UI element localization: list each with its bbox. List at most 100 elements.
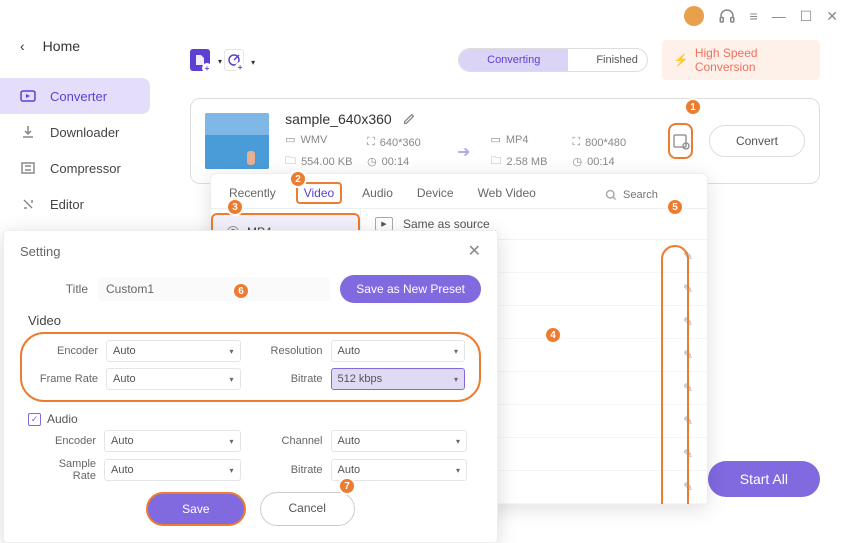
chevron-down-icon: ▾: [454, 347, 458, 356]
src-dur: 00:14: [382, 156, 410, 168]
download-icon: [20, 124, 36, 140]
sidebar-item-compressor[interactable]: Compressor: [0, 150, 160, 186]
clock-icon: ◷: [367, 155, 377, 168]
edit-icon[interactable]: ✎: [683, 348, 693, 362]
audio-encoder-select[interactable]: Auto▾: [104, 430, 241, 452]
edit-icon[interactable]: ✎: [683, 447, 693, 461]
close-dialog-icon[interactable]: ✕: [468, 241, 481, 261]
resolution-select[interactable]: Auto▾: [331, 340, 466, 362]
src-format: WMV: [300, 134, 327, 146]
start-all-button[interactable]: Start All: [708, 461, 820, 497]
samplerate-select[interactable]: Auto▾: [104, 459, 241, 481]
title-label: Title: [20, 282, 88, 296]
title-input[interactable]: [98, 277, 330, 301]
chevron-down-icon[interactable]: ▾: [218, 57, 222, 66]
save-button[interactable]: Save: [146, 492, 245, 526]
chevron-left-icon: ‹: [20, 38, 25, 54]
step-badge-5: 5: [666, 198, 684, 216]
search-icon: [605, 189, 617, 201]
file-card: sample_640x360 ▭WMV 🗀554.00 KB ⛶640*360 …: [190, 98, 820, 184]
edit-icon[interactable]: ✎: [683, 480, 693, 494]
resolution-label: Resolution: [261, 345, 323, 357]
back-label: Home: [43, 38, 80, 54]
convert-button[interactable]: Convert: [709, 125, 805, 157]
output-settings-button[interactable]: [668, 123, 693, 159]
seg-finished[interactable]: Finished: [568, 49, 648, 71]
step-badge-6: 6: [232, 282, 250, 300]
high-speed-button[interactable]: ⚡ High Speed Conversion: [662, 40, 820, 80]
preview-icon: ▶: [375, 217, 393, 231]
file-name: sample_640x360: [285, 111, 392, 127]
sidebar-item-label: Converter: [50, 89, 107, 104]
video-encoder-select[interactable]: Auto▾: [106, 340, 241, 362]
chevron-down-icon: ▾: [454, 375, 458, 384]
folder-icon: 🗀: [285, 152, 296, 171]
edit-icon[interactable]: ✎: [683, 315, 693, 329]
seg-converting[interactable]: Converting: [459, 49, 568, 71]
edit-icon[interactable]: ✎: [683, 249, 693, 263]
edit-icon[interactable]: ✎: [683, 282, 693, 296]
video-icon: ▭: [490, 133, 500, 146]
step-badge-4: 4: [544, 326, 562, 344]
step-badge-3: 3: [226, 198, 244, 216]
tab-device[interactable]: Device: [413, 182, 458, 208]
sidebar-item-label: Downloader: [50, 125, 119, 140]
add-url-button[interactable]: + ▾: [224, 49, 244, 71]
audio-checkbox[interactable]: ✓: [28, 413, 41, 426]
chevron-down-icon: ▾: [456, 466, 460, 475]
dst-format: MP4: [506, 134, 529, 146]
channel-select[interactable]: Auto▾: [331, 430, 468, 452]
step-badge-2: 2: [289, 170, 307, 188]
tab-webvideo[interactable]: Web Video: [474, 182, 540, 208]
file-info: sample_640x360 ▭WMV 🗀554.00 KB ⛶640*360 …: [285, 111, 642, 171]
audio-encoder-label: Encoder: [34, 435, 96, 447]
hsc-label: High Speed Conversion: [695, 46, 808, 74]
audio-bitrate-label: Bitrate: [261, 464, 323, 476]
sidebar-item-downloader[interactable]: Downloader: [0, 114, 160, 150]
channel-label: Channel: [261, 435, 323, 447]
edit-icon[interactable]: ✎: [683, 381, 693, 395]
tab-audio[interactable]: Audio: [358, 182, 397, 208]
dst-dur: 00:14: [587, 156, 615, 168]
crop-icon: ⛶: [367, 136, 375, 149]
chevron-down-icon: ▾: [229, 375, 233, 384]
sidebar-item-editor[interactable]: Editor: [0, 186, 160, 222]
bitrate-label: Bitrate: [261, 373, 323, 385]
bolt-icon: ⚡: [674, 53, 689, 67]
compressor-icon: [20, 160, 36, 176]
chevron-down-icon[interactable]: ▾: [251, 58, 255, 67]
dst-size: 2.58 MB: [506, 156, 547, 168]
format-tabs: Recently Video Audio Device Web Video: [211, 174, 707, 209]
edit-name-icon[interactable]: [402, 112, 416, 126]
cancel-button[interactable]: Cancel: [260, 492, 355, 526]
converter-icon: [20, 88, 36, 104]
plus-icon: +: [202, 63, 212, 73]
edit-icon[interactable]: ✎: [683, 414, 693, 428]
folder-icon: 🗀: [490, 152, 501, 171]
same-as-source-label: Same as source: [403, 217, 490, 231]
audio-label: Audio: [47, 412, 78, 426]
video-settings-group: Encoder Auto▾ Resolution Auto▾ Frame Rat…: [20, 332, 481, 402]
crop-icon: ⛶: [572, 136, 580, 149]
sidebar-item-label: Editor: [50, 197, 84, 212]
settings-dialog: Setting ✕ Title Save as New Preset Video…: [3, 230, 498, 543]
clock-icon: ◷: [572, 155, 582, 168]
framerate-select[interactable]: Auto▾: [106, 368, 241, 390]
add-file-button[interactable]: + ▾: [190, 49, 210, 71]
sidebar-item-converter[interactable]: Converter: [0, 78, 150, 114]
status-segmented: Converting Finished: [458, 48, 648, 72]
framerate-label: Frame Rate: [36, 373, 98, 385]
chevron-down-icon: ▾: [229, 347, 233, 356]
back-home[interactable]: ‹ Home: [0, 30, 160, 62]
toolbar: + ▾ + ▾ Converting Finished ⚡ High Speed…: [160, 0, 850, 94]
step-badge-7: 7: [338, 477, 356, 495]
step-badge-1: 1: [684, 98, 702, 116]
dst-res: 800*480: [585, 137, 626, 149]
chevron-down-icon: ▾: [456, 437, 460, 446]
chevron-down-icon: ▾: [229, 437, 233, 446]
src-res: 640*360: [380, 137, 421, 149]
samplerate-label: Sample Rate: [34, 458, 96, 482]
video-thumbnail[interactable]: [205, 113, 269, 169]
save-preset-button[interactable]: Save as New Preset: [340, 275, 481, 303]
video-bitrate-select[interactable]: 512 kbps▾: [331, 368, 466, 390]
